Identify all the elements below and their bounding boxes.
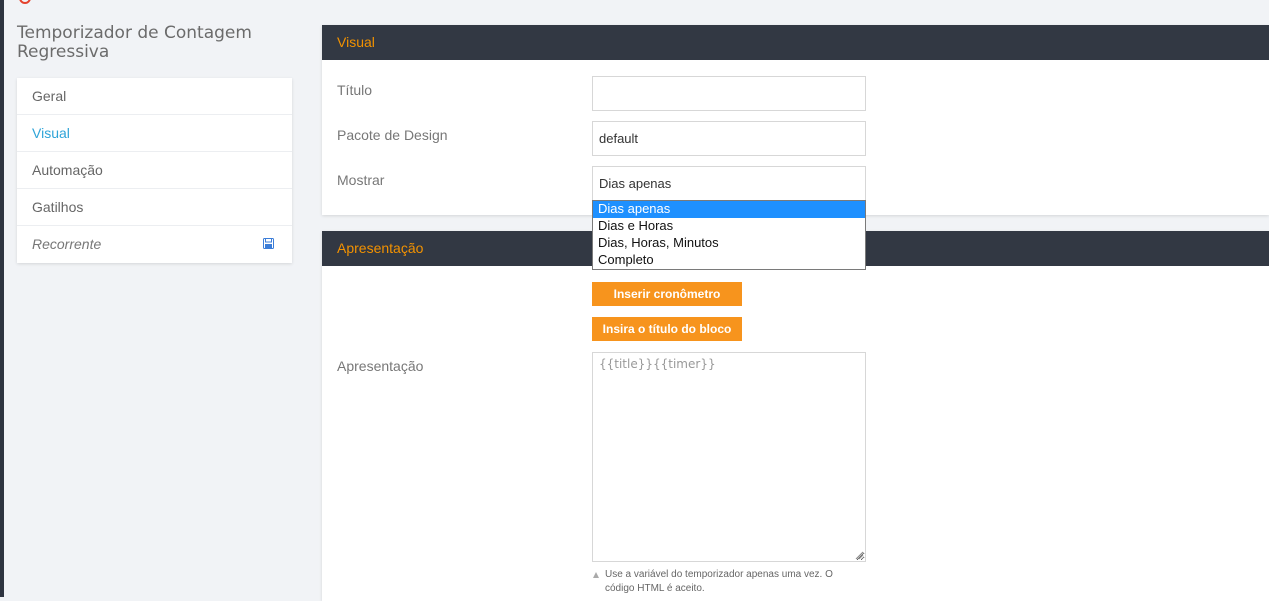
insert-timer-button[interactable]: Inserir cronômetro — [592, 282, 742, 306]
dropdown-option[interactable]: Dias apenas — [593, 201, 865, 218]
sidebar-item-label: Visual — [32, 125, 70, 141]
dropdown-option[interactable]: Dias e Horas — [593, 218, 865, 235]
visual-panel: Visual Título Pacote de Design Mostrar D… — [322, 25, 1269, 215]
sidebar-item-recorrente[interactable]: Recorrente — [17, 226, 292, 263]
titulo-input[interactable] — [592, 76, 866, 111]
left-edge-strip — [0, 0, 4, 597]
sidebar-item-geral[interactable]: Geral — [17, 78, 292, 115]
page-title: Temporizador de Contagem Regressiva — [17, 23, 252, 62]
resize-grip-icon[interactable] — [854, 550, 864, 560]
design-input[interactable] — [592, 121, 866, 156]
insert-title-button[interactable]: Insira o título do bloco — [592, 317, 742, 341]
hint-text: Use a variável do temporizador apenas um… — [592, 568, 862, 596]
dropdown-option[interactable]: Dias, Horas, Minutos — [593, 235, 865, 252]
mostrar-label: Mostrar — [337, 172, 385, 188]
apresentacao-textarea[interactable]: {{title}}{{timer}} — [592, 352, 866, 562]
apresentacao-label: Apresentação — [337, 358, 424, 374]
design-label: Pacote de Design — [337, 127, 448, 143]
sidebar-menu: Geral Visual Automação Gatilhos Recorren… — [17, 78, 292, 263]
sidebar-item-label: Recorrente — [32, 236, 102, 252]
sidebar-item-automacao[interactable]: Automação — [17, 152, 292, 189]
sidebar-item-label: Automação — [32, 162, 103, 178]
dropdown-option[interactable]: Completo — [593, 252, 865, 269]
mostrar-dropdown-list: Dias apenas Dias e Horas Dias, Horas, Mi… — [592, 200, 866, 270]
sidebar-item-label: Geral — [32, 88, 67, 104]
sidebar-item-visual[interactable]: Visual — [17, 115, 292, 152]
mostrar-select-value: Dias apenas — [599, 176, 672, 191]
triangle-up-icon — [593, 572, 599, 578]
mostrar-select[interactable]: Dias apenas — [592, 166, 866, 201]
hint-label: Use a variável do temporizador apenas um… — [605, 569, 833, 594]
panel-header-visual: Visual — [322, 25, 1269, 60]
sidebar-item-label: Gatilhos — [32, 199, 84, 215]
floppy-disk-icon[interactable] — [263, 238, 274, 249]
apresentacao-panel: Apresentação Inserir cronômetro Insira o… — [322, 231, 1269, 601]
sidebar-item-gatilhos[interactable]: Gatilhos — [17, 189, 292, 226]
titulo-label: Título — [337, 82, 373, 98]
record-icon — [19, 0, 31, 4]
